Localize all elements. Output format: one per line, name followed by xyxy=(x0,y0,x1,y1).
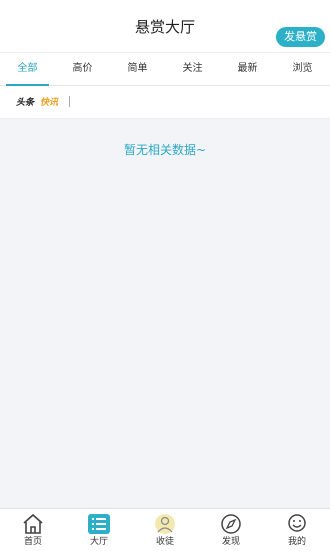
tab-high-price[interactable]: 高价 xyxy=(55,53,110,85)
nav-mine[interactable]: 我的 xyxy=(264,509,330,551)
nav-hall[interactable]: 大厅 xyxy=(66,509,132,551)
nav-home-label: 首页 xyxy=(23,537,42,547)
news-label-headline: 头条 xyxy=(16,98,35,108)
tab-latest[interactable]: 最新 xyxy=(220,53,275,85)
apprentice-icon xyxy=(155,514,175,534)
tab-follow[interactable]: 关注 xyxy=(165,53,220,85)
post-bounty-button[interactable]: 发悬赏 xyxy=(276,27,325,47)
nav-apprentice-label: 收徒 xyxy=(155,537,174,547)
empty-state-text: 暂无相关数据~ xyxy=(123,143,207,157)
user-icon xyxy=(288,514,306,532)
news-ticker[interactable]: 头条 快讯 xyxy=(0,86,330,119)
list-icon xyxy=(88,514,110,534)
nav-mine-label: 我的 xyxy=(287,537,306,547)
nav-hall-label: 大厅 xyxy=(89,537,108,547)
nav-discover-label: 发现 xyxy=(221,537,240,547)
nav-home[interactable]: 首页 xyxy=(0,509,66,551)
tab-all[interactable]: 全部 xyxy=(0,53,55,86)
news-divider xyxy=(69,96,70,107)
compass-icon xyxy=(221,514,241,534)
header: 悬赏大厅 发悬赏 xyxy=(0,0,330,53)
nav-discover[interactable]: 发现 xyxy=(198,509,264,551)
tab-browse[interactable]: 浏览 xyxy=(275,53,330,85)
filter-tabs: 全部 高价 简单 关注 最新 浏览 xyxy=(0,53,330,86)
nav-apprentice[interactable]: 收徒 xyxy=(132,509,198,551)
bottom-nav: 首页 大厅 收徒 发现 我的 xyxy=(0,508,330,551)
news-label-flash: 快讯 xyxy=(40,98,59,108)
home-icon xyxy=(23,513,43,534)
tab-simple[interactable]: 简单 xyxy=(110,53,165,85)
